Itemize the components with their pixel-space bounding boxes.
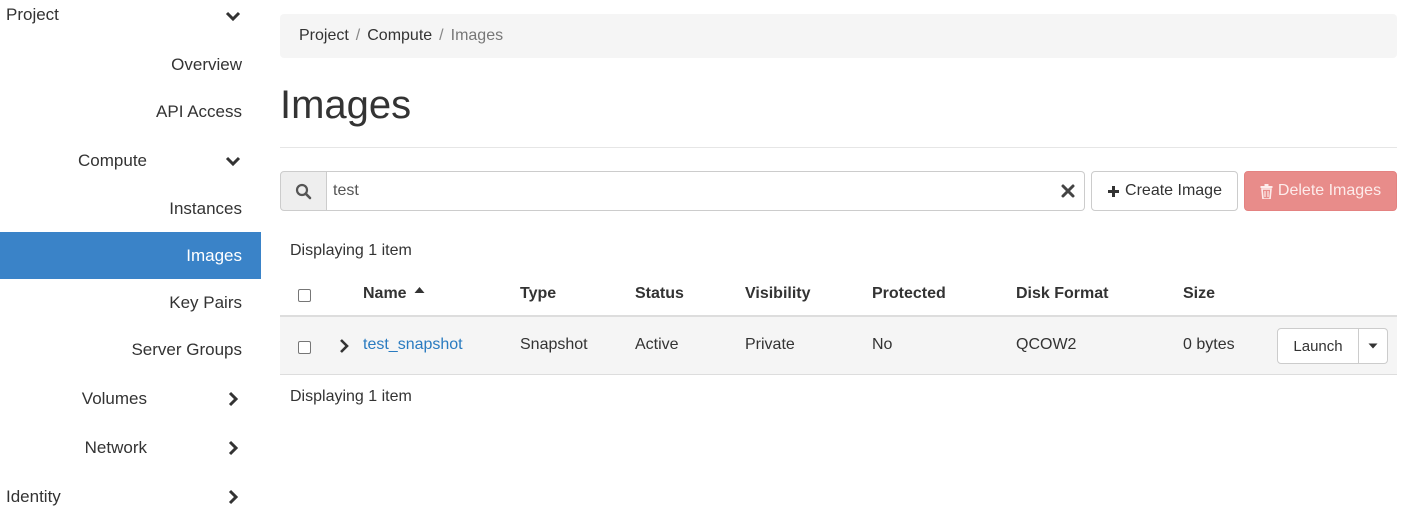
breadcrumb-item-compute[interactable]: Compute: [367, 27, 432, 45]
image-protected: No: [872, 336, 893, 353]
images-table: Name Type Status Visibility Protected Di…: [280, 272, 1397, 375]
sidebar-item-label: Identity: [6, 486, 61, 506]
sidebar-item-label: Compute: [78, 150, 147, 170]
breadcrumb-item-images: Images: [450, 27, 504, 44]
breadcrumb-item-project[interactable]: Project: [299, 27, 349, 45]
breadcrumb: Project / Compute / Images: [280, 14, 1397, 58]
image-status: Active: [635, 336, 679, 353]
sidebar-nav: Project Overview API Access Compute Inst…: [0, 0, 261, 517]
plus-icon: [1108, 185, 1120, 197]
search-group: [280, 171, 1085, 211]
sidebar-item-label: Project: [6, 5, 59, 24]
sidebar-item-overview[interactable]: Overview: [0, 41, 261, 88]
sidebar-item-network[interactable]: Network: [0, 424, 261, 471]
breadcrumb-separator: /: [439, 27, 444, 44]
launch-button[interactable]: Launch: [1277, 328, 1359, 364]
sidebar-item-instances[interactable]: Instances: [0, 185, 261, 232]
image-name-link[interactable]: test_snapshot: [363, 336, 463, 354]
page-title: Images: [280, 83, 412, 127]
actions-dropdown-toggle[interactable]: [1359, 328, 1388, 364]
caret-down-icon: [1368, 343, 1378, 349]
sidebar-item-images[interactable]: Images: [0, 232, 261, 279]
chevron-down-icon: [225, 156, 241, 167]
delete-images-button[interactable]: Delete Images: [1244, 171, 1397, 211]
search-icon: [295, 183, 312, 199]
chevron-right-icon: [228, 440, 239, 456]
close-icon[interactable]: [1060, 183, 1076, 199]
row-checkbox[interactable]: [298, 341, 311, 354]
item-count: Displaying 1 item: [290, 242, 412, 259]
select-all-checkbox[interactable]: [298, 289, 311, 302]
sidebar-item-volumes[interactable]: Volumes: [0, 375, 261, 422]
image-type: Snapshot: [520, 336, 588, 353]
chevron-right-icon: [228, 391, 239, 407]
sidebar-item-label: Images: [186, 245, 242, 265]
sidebar-item-label: Server Groups: [131, 339, 242, 359]
breadcrumb-separator: /: [355, 27, 361, 44]
image-disk-format: QCOW2: [1016, 336, 1077, 353]
sidebar-item-label: Instances: [169, 198, 242, 218]
sidebar-item-api-access[interactable]: API Access: [0, 88, 261, 135]
create-image-button[interactable]: Create Image: [1091, 171, 1238, 211]
column-header-label: Name: [363, 285, 407, 302]
sidebar-item-label: Overview: [171, 54, 242, 74]
sidebar-item-project[interactable]: Project: [0, 0, 261, 32]
item-count-footer: Displaying 1 item: [290, 388, 412, 405]
column-header-size[interactable]: Size: [1183, 285, 1215, 303]
image-visibility: Private: [745, 336, 795, 353]
sidebar-item-label: API Access: [156, 101, 242, 121]
table-row: test_snapshot Snapshot Active Private No…: [280, 317, 1397, 375]
sidebar-item-label: Volumes: [81, 388, 147, 408]
sidebar-item-label: Network: [84, 437, 147, 457]
column-header-protected[interactable]: Protected: [872, 285, 946, 303]
column-header-type[interactable]: Type: [520, 285, 556, 303]
column-header-visibility[interactable]: Visibility: [745, 285, 811, 303]
sidebar-item-server-groups[interactable]: Server Groups: [0, 326, 261, 373]
trash-icon: [1260, 183, 1273, 199]
search-button[interactable]: [280, 171, 327, 211]
chevron-right-icon: [228, 489, 239, 505]
title-divider: [280, 147, 1397, 148]
chevron-down-icon: [225, 11, 241, 22]
image-size: 0 bytes: [1183, 336, 1235, 353]
column-header-status[interactable]: Status: [635, 285, 684, 303]
sort-asc-icon: [414, 287, 425, 293]
sidebar-item-label: Key Pairs: [169, 292, 242, 312]
chevron-right-icon[interactable]: [338, 338, 350, 354]
sidebar-item-key-pairs[interactable]: Key Pairs: [0, 279, 261, 326]
search-input[interactable]: [327, 171, 1085, 211]
table-header: Name Type Status Visibility Protected Di…: [280, 272, 1397, 317]
sidebar-item-identity[interactable]: Identity: [0, 473, 261, 517]
column-header-disk-format[interactable]: Disk Format: [1016, 285, 1108, 303]
sidebar-item-compute[interactable]: Compute: [0, 137, 261, 184]
row-actions: Launch: [1277, 328, 1388, 364]
delete-images-label: Delete Images: [1277, 182, 1382, 199]
create-image-label: Create Image: [1125, 182, 1222, 199]
column-header-name[interactable]: Name: [363, 285, 425, 303]
